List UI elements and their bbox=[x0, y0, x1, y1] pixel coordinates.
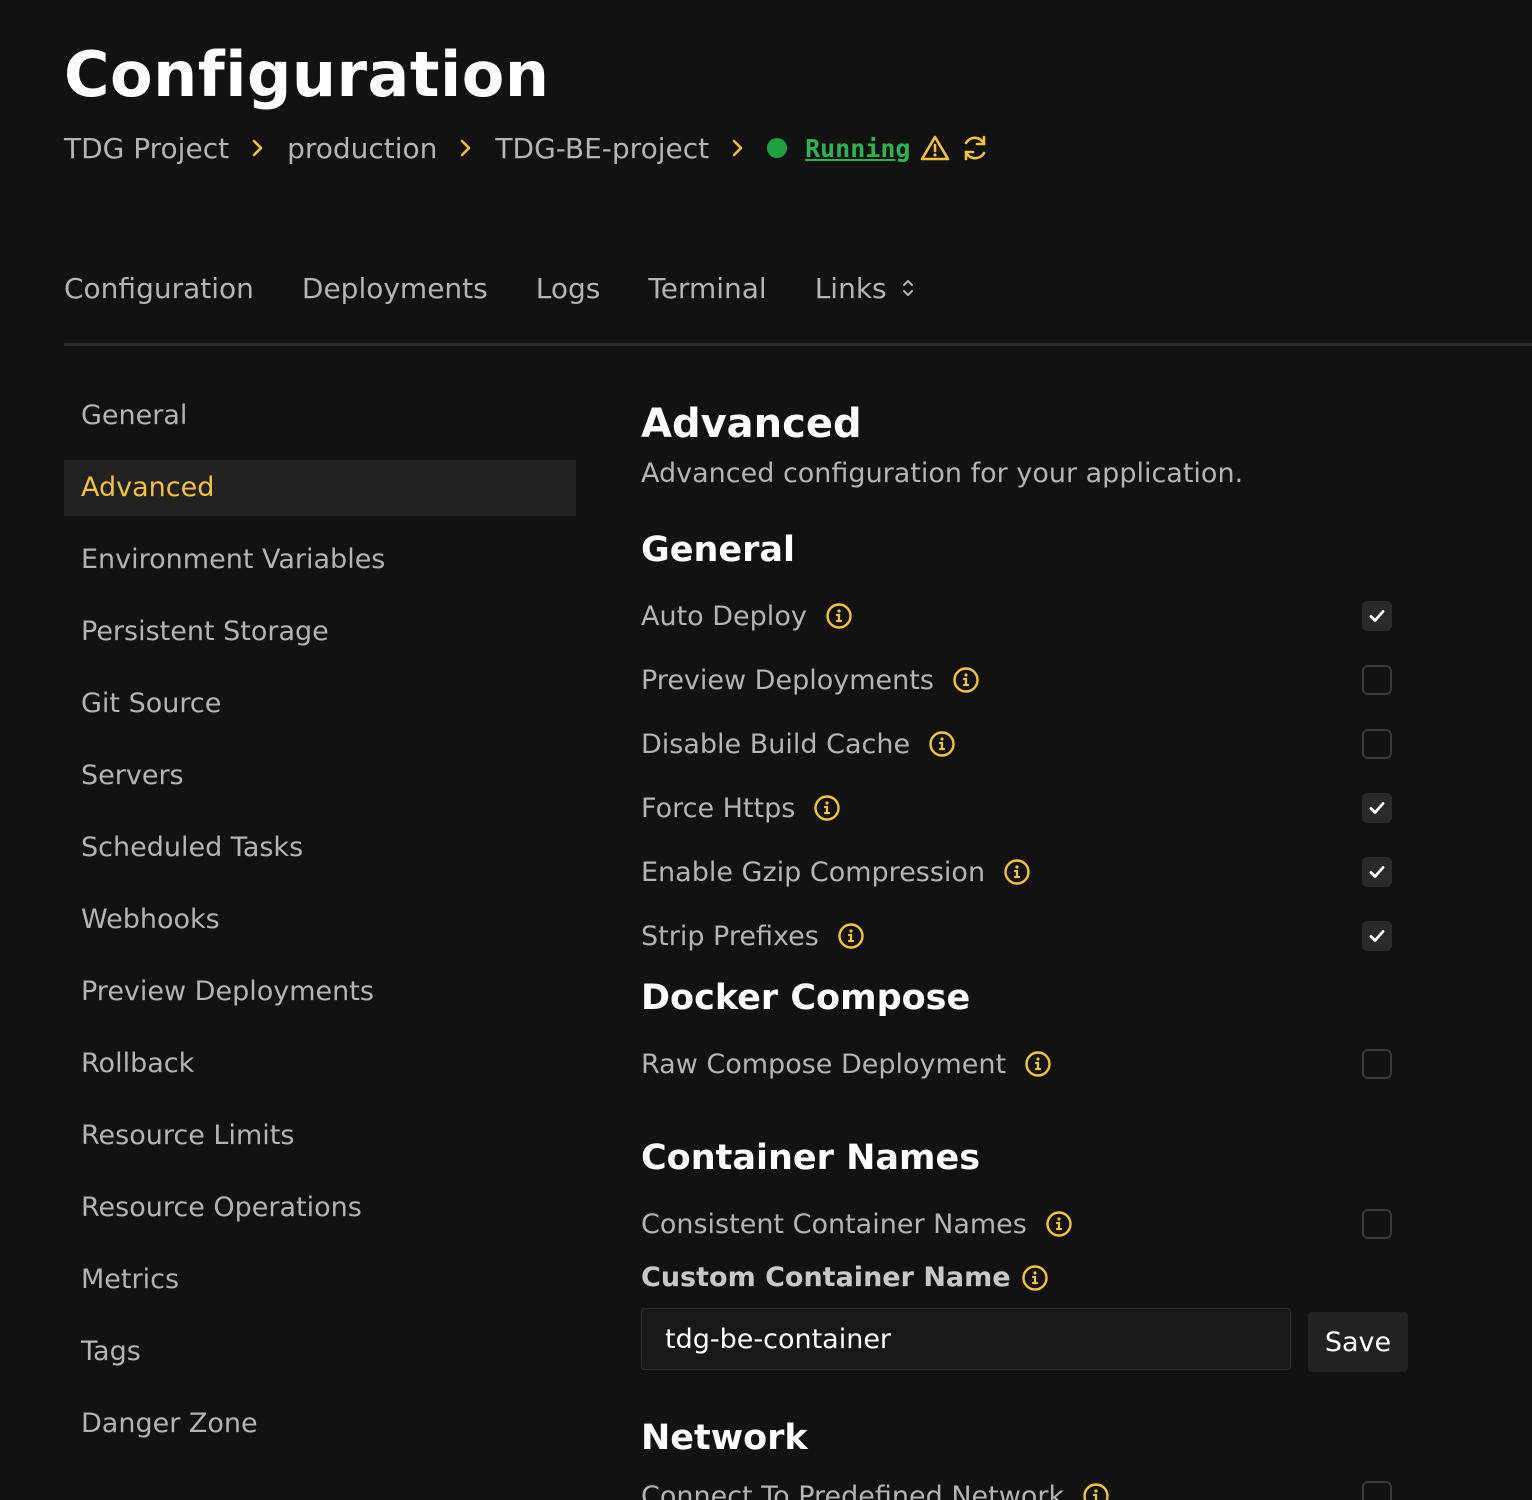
field-label-text: Custom Container Name bbox=[641, 1262, 1011, 1293]
tab-bar: Configuration Deployments Logs Terminal … bbox=[64, 264, 963, 312]
sidebar-item-persistent-storage[interactable]: Persistent Storage bbox=[64, 604, 576, 660]
option-preview-deployments: Preview Deployments bbox=[641, 656, 1392, 704]
breadcrumb-environment[interactable]: production bbox=[287, 132, 437, 165]
tab-links-label: Links bbox=[814, 271, 887, 305]
info-icon[interactable] bbox=[928, 730, 956, 758]
custom-container-name-input[interactable] bbox=[641, 1308, 1291, 1370]
option-label: Disable Build Cache bbox=[641, 728, 911, 760]
page-title: Configuration bbox=[64, 38, 550, 111]
sidebar-item-tags[interactable]: Tags bbox=[64, 1324, 576, 1380]
info-icon[interactable] bbox=[1021, 1264, 1049, 1292]
tab-links[interactable]: Links bbox=[815, 272, 915, 305]
section-subtitle: Advanced configuration for your applicat… bbox=[641, 458, 1244, 489]
sidebar-item-metrics[interactable]: Metrics bbox=[64, 1252, 576, 1308]
option-label: Consistent Container Names bbox=[641, 1208, 1027, 1240]
breadcrumb-resource[interactable]: TDG-BE-project bbox=[495, 132, 709, 165]
docker-compose-heading: Docker Compose bbox=[641, 978, 971, 1018]
sidebar-item-preview-deployments[interactable]: Preview Deployments bbox=[64, 964, 576, 1020]
info-icon[interactable] bbox=[813, 794, 841, 822]
option-disable-build-cache: Disable Build Cache bbox=[641, 720, 1392, 768]
info-icon[interactable] bbox=[825, 602, 853, 630]
chevron-up-down-icon bbox=[901, 276, 915, 300]
sidebar-item-git-source[interactable]: Git Source bbox=[64, 676, 576, 732]
disable-build-cache-checkbox[interactable] bbox=[1362, 729, 1392, 759]
option-label: Strip Prefixes bbox=[641, 920, 819, 952]
tabs-divider bbox=[64, 343, 1532, 346]
info-icon[interactable] bbox=[1082, 1482, 1110, 1500]
sidebar-item-webhooks[interactable]: Webhooks bbox=[64, 892, 576, 948]
chevron-right-icon bbox=[459, 138, 473, 158]
breadcrumb-project[interactable]: TDG Project bbox=[64, 132, 229, 165]
strip-prefixes-checkbox[interactable] bbox=[1362, 921, 1392, 951]
info-icon[interactable] bbox=[1003, 858, 1031, 886]
option-enable-gzip-compression: Enable Gzip Compression bbox=[641, 848, 1392, 896]
option-label: Preview Deployments bbox=[641, 664, 934, 696]
check-icon bbox=[1369, 610, 1385, 622]
tab-deployments[interactable]: Deployments bbox=[302, 272, 488, 305]
force-https-checkbox[interactable] bbox=[1362, 793, 1392, 823]
option-raw-compose-deployment: Raw Compose Deployment bbox=[641, 1040, 1392, 1088]
sidebar-item-resource-limits[interactable]: Resource Limits bbox=[64, 1108, 576, 1164]
info-icon[interactable] bbox=[1024, 1050, 1052, 1078]
option-auto-deploy: Auto Deploy bbox=[641, 592, 1392, 640]
option-connect-to-predefined-network: Connect To Predefined Network bbox=[641, 1472, 1392, 1500]
advanced-settings-panel: Advanced Advanced configuration for your… bbox=[641, 396, 1411, 1500]
section-title: Advanced bbox=[641, 401, 862, 447]
option-label: Enable Gzip Compression bbox=[641, 856, 986, 888]
sidebar-item-advanced[interactable]: Advanced bbox=[64, 460, 576, 516]
chevron-right-icon bbox=[731, 138, 745, 158]
chevron-right-icon bbox=[251, 138, 265, 158]
breadcrumb: TDG Project production TDG-BE-project Ru… bbox=[64, 126, 990, 170]
network-heading: Network bbox=[641, 1418, 808, 1458]
info-icon[interactable] bbox=[952, 666, 980, 694]
option-label: Connect To Predefined Network bbox=[641, 1480, 1065, 1500]
check-icon bbox=[1369, 802, 1385, 814]
sidebar-item-scheduled-tasks[interactable]: Scheduled Tasks bbox=[64, 820, 576, 876]
sidebar-item-servers[interactable]: Servers bbox=[64, 748, 576, 804]
status-running-link[interactable]: Running bbox=[805, 134, 910, 163]
sidebar-item-environment-variables[interactable]: Environment Variables bbox=[64, 532, 576, 588]
page: Configuration TDG Project production TDG… bbox=[0, 0, 1532, 1500]
option-label: Raw Compose Deployment bbox=[641, 1048, 1007, 1080]
tab-terminal[interactable]: Terminal bbox=[648, 272, 766, 305]
preview-deployments-checkbox[interactable] bbox=[1362, 665, 1392, 695]
refresh-icon[interactable] bbox=[960, 133, 990, 163]
settings-sidebar: General Advanced Environment Variables P… bbox=[64, 388, 576, 1468]
sidebar-item-rollback[interactable]: Rollback bbox=[64, 1036, 576, 1092]
check-icon bbox=[1369, 930, 1385, 942]
sidebar-item-general[interactable]: General bbox=[64, 388, 576, 444]
check-icon bbox=[1369, 866, 1385, 878]
auto-deploy-checkbox[interactable] bbox=[1362, 601, 1392, 631]
warning-icon[interactable] bbox=[920, 134, 950, 162]
container-names-heading: Container Names bbox=[641, 1138, 981, 1178]
tab-configuration[interactable]: Configuration bbox=[64, 272, 254, 305]
status-dot bbox=[767, 138, 788, 158]
info-icon[interactable] bbox=[837, 922, 865, 950]
option-label: Force Https bbox=[641, 792, 796, 824]
custom-container-name-label: Custom Container Name bbox=[641, 1262, 1049, 1293]
tab-logs[interactable]: Logs bbox=[536, 272, 601, 305]
sidebar-item-danger-zone[interactable]: Danger Zone bbox=[64, 1396, 576, 1452]
option-strip-prefixes: Strip Prefixes bbox=[641, 912, 1392, 960]
general-heading: General bbox=[641, 530, 795, 570]
predefined-network-checkbox[interactable] bbox=[1362, 1481, 1392, 1500]
info-icon[interactable] bbox=[1045, 1210, 1073, 1238]
sidebar-item-resource-operations[interactable]: Resource Operations bbox=[64, 1180, 576, 1236]
option-label: Auto Deploy bbox=[641, 600, 807, 632]
save-button[interactable]: Save bbox=[1308, 1312, 1408, 1372]
gzip-compression-checkbox[interactable] bbox=[1362, 857, 1392, 887]
option-consistent-container-names: Consistent Container Names bbox=[641, 1200, 1392, 1248]
option-force-https: Force Https bbox=[641, 784, 1392, 832]
consistent-container-names-checkbox[interactable] bbox=[1362, 1209, 1392, 1239]
raw-compose-deployment-checkbox[interactable] bbox=[1362, 1049, 1392, 1079]
